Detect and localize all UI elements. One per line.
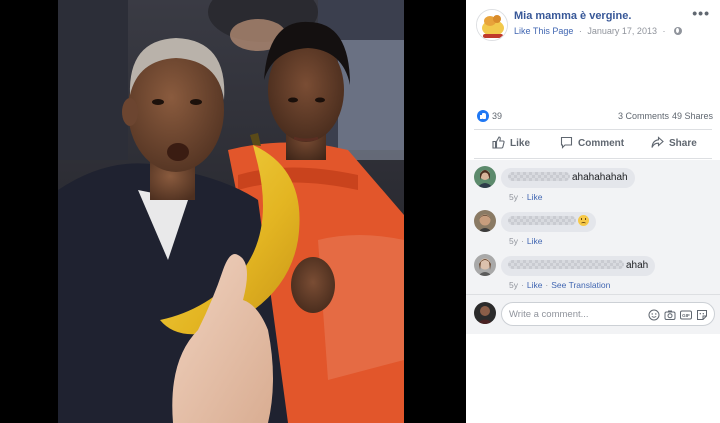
comment-like-link[interactable]: Like (527, 236, 543, 246)
comment-bubble: ahah (501, 256, 656, 276)
see-translation-link[interactable]: See Translation (551, 280, 610, 290)
like-reaction-icon (477, 110, 489, 122)
share-button-label: Share (669, 138, 697, 149)
gif-icon[interactable]: GIF (680, 309, 692, 321)
commenter-avatar-image (474, 166, 496, 188)
comment-item: 5y · Like (466, 208, 720, 248)
comment-item: ahahahahah 5y · Like (466, 164, 720, 204)
post-actions: Like Comment Share (474, 129, 712, 159)
share-arrow-icon (651, 136, 664, 148)
post-header: Mia mamma è vergine. Like This Page · Ja… (466, 0, 720, 50)
thumbs-up-icon (492, 136, 505, 149)
meta-separator: · (578, 26, 582, 36)
meta-separator: · (520, 192, 524, 202)
comment-like-link[interactable]: Like (527, 192, 543, 202)
like-count[interactable]: 39 (492, 111, 502, 121)
meta-separator: · (520, 280, 524, 290)
globe-icon (674, 27, 682, 35)
comment-age[interactable]: 5y (509, 236, 518, 246)
like-button-label: Like (510, 138, 531, 149)
comment-bubble: ahahahahah (501, 168, 635, 188)
camera-icon[interactable] (664, 309, 676, 321)
comment-count-link[interactable]: 3 Comments (618, 111, 669, 121)
hidden-author-name[interactable] (508, 172, 570, 181)
comment-text: ahahahahah (572, 172, 628, 183)
comment-composer: GIF (466, 294, 720, 334)
comment-button[interactable]: Comment (560, 130, 624, 158)
current-user-avatar[interactable] (474, 302, 496, 324)
comment-button-label: Comment (578, 138, 625, 149)
emoji-icon[interactable] (648, 309, 660, 321)
reactions-summary: 39 3 Comments 49 Shares (466, 108, 720, 124)
commenter-avatar-image (474, 254, 496, 276)
meta-separator: · (662, 26, 666, 36)
post-photo[interactable] (58, 0, 404, 423)
photo-image (58, 0, 404, 423)
comment-meta: 5y · Like · See Translation (509, 280, 610, 290)
post-panel: Mia mamma è vergine. Like This Page · Ja… (466, 0, 720, 423)
comment-text: ahah (626, 260, 649, 271)
comment-bubble (501, 212, 596, 232)
comment-meta: 5y · Like (509, 192, 542, 202)
meta-separator: · (520, 236, 524, 246)
comments-list: ahahahahah 5y · Like 5y · Like ahah 5y ·… (466, 160, 720, 294)
comment-input[interactable] (509, 307, 639, 322)
comment-bubble-icon (560, 136, 573, 149)
svg-text:GIF: GIF (682, 313, 690, 318)
photo-viewer (0, 0, 466, 423)
sticker-icon[interactable] (696, 309, 708, 321)
comment-item: ahah 5y · Like · See Translation (466, 252, 720, 292)
commenter-avatar-image (474, 210, 496, 232)
commenter-avatar[interactable] (474, 254, 496, 276)
comment-like-link[interactable]: Like (527, 280, 543, 290)
like-button[interactable]: Like (492, 130, 530, 158)
share-button[interactable]: Share (651, 130, 697, 158)
comment-input-box[interactable]: GIF (501, 302, 715, 326)
commenter-avatar[interactable] (474, 210, 496, 232)
share-count-link[interactable]: 49 Shares (672, 111, 713, 121)
comment-age[interactable]: 5y (509, 192, 518, 202)
current-user-avatar-image (474, 302, 496, 324)
page-avatar-image (477, 10, 507, 40)
comment-meta: 5y · Like (509, 236, 542, 246)
post-date[interactable]: January 17, 2013 (587, 26, 657, 36)
hidden-author-name[interactable] (508, 260, 624, 269)
page-name-link[interactable]: Mia mamma è vergine. (514, 10, 631, 22)
page-avatar[interactable] (476, 9, 508, 41)
confused-face-emoji-icon (578, 215, 589, 226)
commenter-avatar[interactable] (474, 166, 496, 188)
meta-separator: · (545, 280, 549, 290)
like-page-link[interactable]: Like This Page (514, 26, 573, 36)
hidden-author-name[interactable] (508, 216, 576, 225)
comment-age[interactable]: 5y (509, 280, 518, 290)
post-meta: Like This Page · January 17, 2013 · (514, 26, 682, 36)
more-options-button[interactable]: ••• (692, 6, 710, 20)
